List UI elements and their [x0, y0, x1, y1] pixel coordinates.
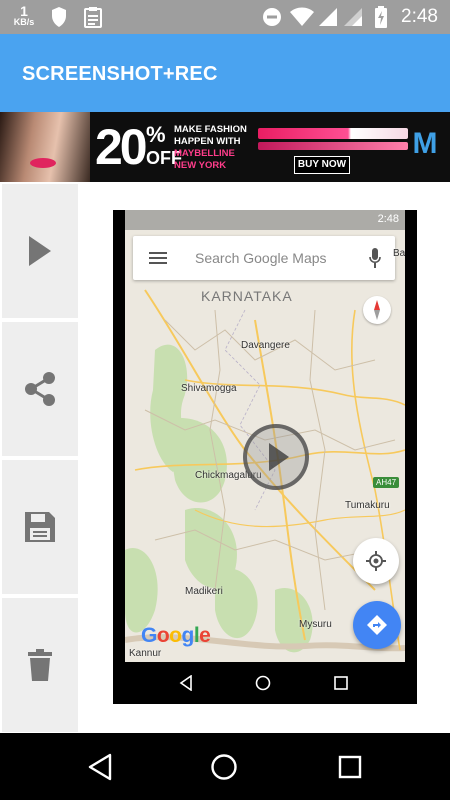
my-location-icon	[366, 551, 386, 571]
google-logo: Google	[141, 624, 211, 648]
ad-pencil-image	[258, 128, 408, 139]
play-icon	[29, 236, 51, 266]
save-icon	[25, 512, 55, 542]
menu-icon	[149, 252, 167, 264]
ad-pencil-image-2	[258, 142, 408, 150]
microphone-icon	[369, 248, 381, 268]
ad-tagline-line3: MAYBELLINE	[174, 148, 235, 159]
directions-button	[353, 601, 401, 649]
preview-back-icon	[179, 675, 192, 691]
shield-icon	[52, 7, 66, 27]
app-bar: SCREENSHOT+REC	[0, 34, 450, 112]
preview-status-bar: 2:48	[125, 210, 405, 230]
system-nav-bar	[0, 733, 450, 800]
map-city-davangere: Davangere	[241, 340, 290, 351]
map-state-label: KARNATAKA	[201, 288, 293, 304]
directions-icon	[367, 615, 387, 635]
map-city-mysuru: Mysuru	[299, 619, 332, 630]
map-city-kannur: Kannur	[129, 648, 162, 659]
share-button[interactable]	[2, 322, 78, 456]
preview-screen: 2:48 Search Google Maps KARNATAKA Ba Dav…	[125, 210, 405, 662]
recording-preview[interactable]: 2:48 Search Google Maps KARNATAKA Ba Dav…	[113, 210, 417, 704]
play-overlay-icon	[269, 443, 289, 471]
preview-status-time: 2:48	[377, 213, 399, 225]
clipboard-icon	[84, 7, 102, 28]
compass-button	[363, 296, 391, 324]
ad-tagline-line1: MAKE FASHION	[174, 124, 247, 135]
wifi-icon	[290, 7, 314, 26]
save-button[interactable]	[2, 460, 78, 594]
ad-brand-logo: M	[412, 127, 438, 160]
ad-percent-sign: %	[146, 122, 166, 147]
google-logo-g2: g	[181, 624, 195, 647]
ad-model-image	[0, 112, 90, 182]
ad-tagline-line4: NEW YORK	[174, 160, 227, 171]
home-icon[interactable]	[210, 753, 238, 781]
delete-button[interactable]	[2, 598, 78, 732]
signal-icon-2	[344, 8, 362, 26]
ad-buy-now-button[interactable]: BUY NOW	[294, 156, 350, 174]
ad-tagline-line2: HAPPEN WITH	[174, 136, 241, 147]
maps-search-box: Search Google Maps	[133, 236, 395, 280]
network-speed-unit: KB/s	[13, 17, 35, 27]
map-city-madikeri: Madikeri	[185, 586, 223, 597]
maps-search-placeholder: Search Google Maps	[195, 250, 327, 266]
ad-tagline: MAKE FASHION HAPPEN WITH MAYBELLINE NEW …	[174, 124, 247, 172]
ad-percent: 20	[95, 119, 148, 175]
do-not-disturb-icon	[263, 8, 281, 26]
status-time: 2:48	[401, 6, 438, 27]
battery-charging-icon	[375, 6, 387, 28]
signal-icon	[319, 8, 337, 26]
network-speed: 1 KB/s	[10, 4, 38, 27]
recents-icon[interactable]	[338, 755, 362, 779]
preview-play-overlay	[243, 424, 309, 490]
play-button[interactable]	[2, 184, 78, 318]
back-icon[interactable]	[87, 753, 113, 781]
network-speed-value: 1	[20, 3, 28, 19]
status-bar: 1 KB/s 2:48	[0, 0, 450, 34]
highway-badge: AH47	[373, 477, 400, 488]
app-title: SCREENSHOT+REC	[22, 63, 218, 85]
google-logo-e: e	[199, 624, 211, 647]
share-icon	[25, 372, 55, 406]
google-logo-g: G	[141, 624, 157, 647]
google-logo-o2: o	[169, 624, 182, 647]
google-logo-o1: o	[156, 624, 170, 647]
map-city-edge: Ba	[393, 248, 405, 259]
compass-icon	[374, 300, 380, 320]
preview-home-icon	[255, 675, 271, 691]
my-location-button	[353, 538, 399, 584]
trash-icon	[28, 649, 52, 681]
ad-banner[interactable]: 20 % OFF MAKE FASHION HAPPEN WITH MAYBEL…	[0, 112, 450, 182]
preview-recents-icon	[334, 676, 348, 690]
preview-nav-bar	[113, 662, 417, 704]
map-city-tumakuru: Tumakuru	[345, 500, 390, 511]
map-city-shivamogga: Shivamogga	[181, 383, 237, 394]
ad-lips-image	[30, 158, 56, 168]
